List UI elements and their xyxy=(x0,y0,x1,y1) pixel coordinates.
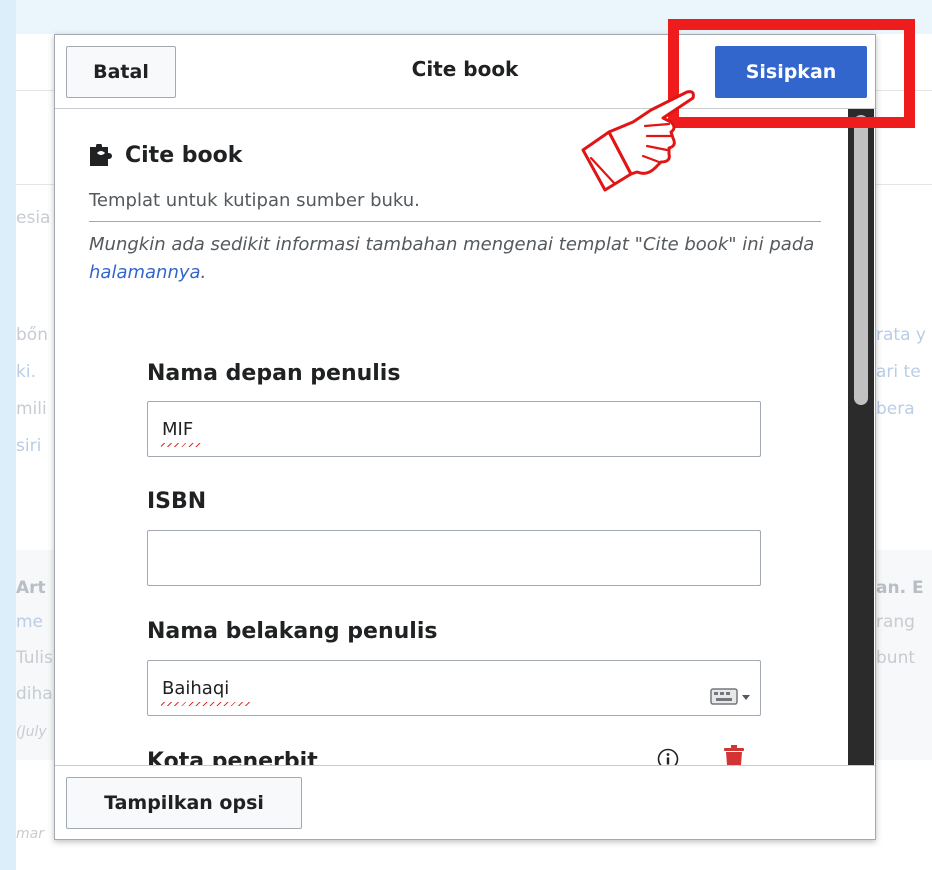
dialog-body: Cite book Templat untuk kutipan sumber b… xyxy=(55,109,875,765)
dialog-footer: Tampilkan opsi xyxy=(55,765,875,839)
background-header xyxy=(0,0,932,34)
param-label-isbn: ISBN xyxy=(147,489,207,514)
template-note-text: Mungkin ada sedikit informasi tambahan m… xyxy=(89,234,815,255)
background-link: bera xyxy=(876,399,915,419)
insert-button[interactable]: Sisipkan xyxy=(715,46,867,98)
param-label-first-name: Nama depan penulis xyxy=(147,361,401,386)
param-label-city: Kota penerbit xyxy=(147,749,318,765)
show-options-button[interactable]: Tampilkan opsi xyxy=(66,777,302,829)
background-link: me xyxy=(16,612,44,632)
background-text: bunt xyxy=(876,648,916,668)
cancel-button[interactable]: Batal xyxy=(66,46,176,98)
spellcheck-underline xyxy=(161,443,201,447)
background-link: siri xyxy=(16,436,42,456)
background-text: (July xyxy=(16,724,47,740)
dialog-title: Cite book xyxy=(411,57,519,81)
template-page-link[interactable]: halamannya xyxy=(89,262,201,283)
background-text: Art xyxy=(16,578,46,598)
background-text: an. E xyxy=(876,578,924,598)
background-text: bőn xyxy=(16,325,48,345)
background-text: Tulis xyxy=(16,648,53,668)
background-left-strip xyxy=(0,0,16,870)
last-name-input[interactable] xyxy=(147,660,761,716)
isbn-input[interactable] xyxy=(147,530,761,586)
template-heading: Cite book xyxy=(89,143,242,168)
background-text: mili xyxy=(16,399,47,419)
template-note: Mungkin ada sedikit informasi tambahan m… xyxy=(89,231,829,287)
cite-book-dialog: Batal Cite book Sisipkan Cite book Templ… xyxy=(54,34,876,840)
background-text: mar xyxy=(16,826,44,842)
first-name-input[interactable] xyxy=(147,401,761,457)
template-name: Cite book xyxy=(125,143,243,168)
scrollbar[interactable] xyxy=(848,109,874,765)
background-link: ki. xyxy=(16,362,36,382)
template-description: Templat untuk kutipan sumber buku. xyxy=(89,190,420,211)
info-icon[interactable] xyxy=(657,748,679,765)
background-text: rang xyxy=(876,612,915,632)
background-link: ari te xyxy=(876,362,921,382)
puzzle-icon xyxy=(90,143,112,166)
spellcheck-underline xyxy=(161,702,251,706)
template-divider xyxy=(89,221,821,222)
scrollbar-thumb[interactable] xyxy=(854,115,868,405)
keyboard-icon[interactable] xyxy=(710,685,752,707)
template-note-end: . xyxy=(200,262,207,283)
background-link: rata y xyxy=(876,325,926,345)
param-label-last-name: Nama belakang penulis xyxy=(147,619,438,644)
trash-icon[interactable] xyxy=(723,745,745,765)
dialog-header: Batal Cite book Sisipkan xyxy=(55,35,875,109)
background-text: esia xyxy=(16,208,51,228)
background-text: diha xyxy=(16,684,53,704)
